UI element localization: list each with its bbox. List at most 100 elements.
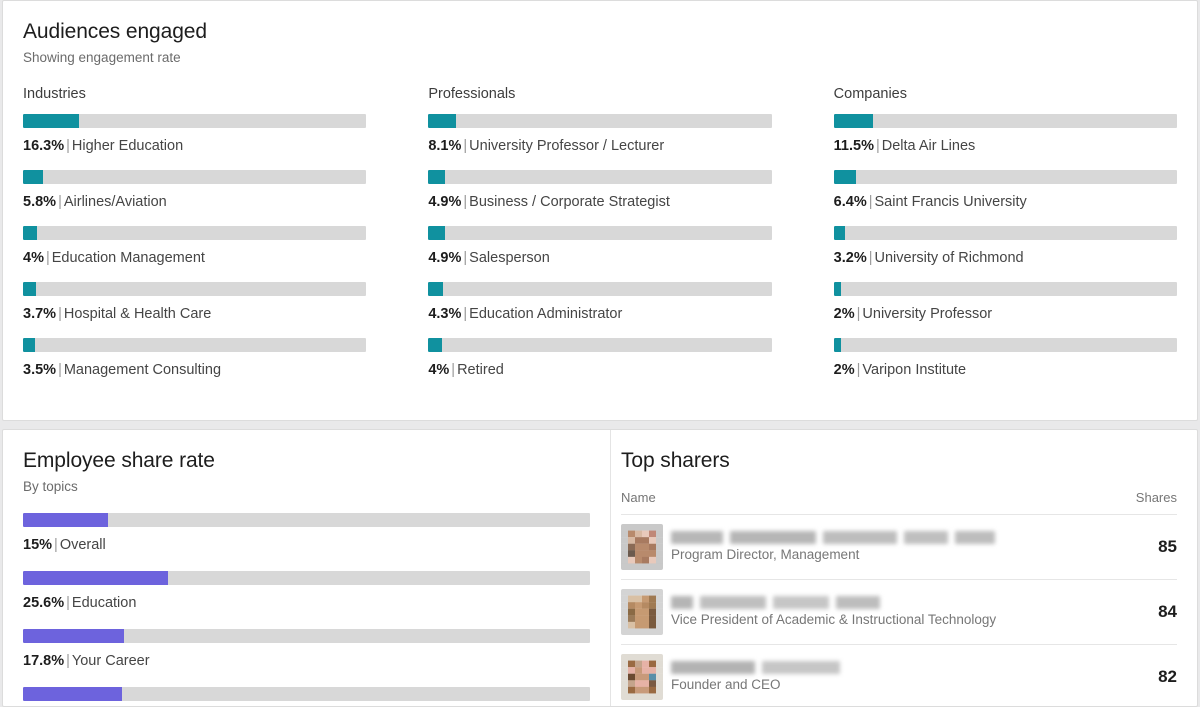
bar-separator: | xyxy=(461,250,469,266)
bar-track xyxy=(23,114,366,128)
bar-item: 4.9% | Business / Corporate Strategist xyxy=(428,170,771,212)
bar-fill xyxy=(428,338,442,352)
bar-value: 4% xyxy=(428,362,449,378)
bar-label: 4% | Retired xyxy=(428,361,771,380)
sharer-info: Vice President of Academic & Instruction… xyxy=(671,596,1146,629)
avatar xyxy=(621,654,663,700)
bar-item: 4.9% | Salesperson xyxy=(428,226,771,268)
bar-track xyxy=(23,338,366,352)
bar-label: 3.5% | Management Consulting xyxy=(23,361,366,380)
bar-fill xyxy=(428,226,445,240)
audiences-engaged-card: Audiences engaged Showing engagement rat… xyxy=(2,0,1198,421)
bar-track xyxy=(23,513,590,527)
bar-item: 25.6% | Education xyxy=(23,571,590,613)
dashboard-page: Audiences engaged Showing engagement rat… xyxy=(0,0,1200,707)
bar-category-label: Education Management xyxy=(52,250,205,266)
column-header-shares: Shares xyxy=(1136,490,1177,505)
audiences-subtitle: Showing engagement rate xyxy=(23,48,1177,68)
bottom-card: Employee share rate By topics 15% | Overal… xyxy=(2,429,1198,707)
bar-item: 3.7% | Hospital & Health Care xyxy=(23,282,366,324)
bar-separator: | xyxy=(867,250,875,266)
bar-item: 4.3% | Education Administrator xyxy=(428,282,771,324)
sharer-info: Program Director, Management xyxy=(671,531,1146,564)
bar-fill xyxy=(23,226,37,240)
bar-label: 15% | Overall xyxy=(23,536,590,555)
bar-value: 6.4% xyxy=(834,194,867,210)
bar-track xyxy=(428,338,771,352)
audience-column-companies: Companies 11.5% | Delta Air Lines 6.4% | Saint… xyxy=(834,84,1177,394)
bar-category-label: University Professor xyxy=(862,306,992,322)
bar-separator: | xyxy=(64,653,72,669)
bar-label: 6.4% | Saint Francis University xyxy=(834,193,1177,212)
bar-label: 5.8% | Airlines/Aviation xyxy=(23,193,366,212)
bar-separator: | xyxy=(44,250,52,266)
sharer-name-redacted xyxy=(671,531,1146,544)
table-row[interactable]: Program Director, Management 85 xyxy=(621,515,1177,580)
audience-column-industries: Industries 16.3% | Higher Education 5.8% | Air… xyxy=(23,84,366,394)
bar-value: 25.6% xyxy=(23,595,64,611)
bar-value: 2% xyxy=(834,306,855,322)
bar-label: 3.2% | University of Richmond xyxy=(834,249,1177,268)
bar-category-label: Saint Francis University xyxy=(875,194,1027,210)
bar-fill xyxy=(834,282,841,296)
top-sharers-panel: Top sharers Name Shares Program Director… xyxy=(611,430,1197,706)
bar-value: 2% xyxy=(834,362,855,378)
column-header-name: Name xyxy=(621,490,656,505)
bar-track xyxy=(23,571,590,585)
bar-label: 2% | Varipon Institute xyxy=(834,361,1177,380)
bar-fill xyxy=(23,170,43,184)
bar-value: 4.9% xyxy=(428,250,461,266)
bar-item: 3.5% | Management Consulting xyxy=(23,338,366,380)
employee-share-subtitle: By topics xyxy=(23,477,590,497)
bar-value: 4.9% xyxy=(428,194,461,210)
bar-separator: | xyxy=(461,194,469,210)
bar-separator: | xyxy=(56,362,64,378)
bar-value: 16.3% xyxy=(23,138,64,154)
bar-track xyxy=(834,226,1177,240)
bar-fill xyxy=(23,571,168,585)
bar-value: 4.3% xyxy=(428,306,461,322)
table-row[interactable]: Founder and CEO 82 xyxy=(621,645,1177,706)
bar-category-label: Business / Corporate Strategist xyxy=(469,194,670,210)
top-sharers-list: Program Director, Management 85 Vice Presi… xyxy=(621,515,1177,706)
bar-label: 11.5% | Delta Air Lines xyxy=(834,137,1177,156)
bar-separator: | xyxy=(52,537,60,553)
bar-category-label: Education xyxy=(72,595,137,611)
bar-fill xyxy=(23,629,124,643)
bar-value: 17.8% xyxy=(23,653,64,669)
bar-label: 4.9% | Business / Corporate Strategist xyxy=(428,193,771,212)
sharer-share-count: 82 xyxy=(1158,667,1177,687)
bar-separator: | xyxy=(64,595,72,611)
bar-label: 2% | University Professor xyxy=(834,305,1177,324)
bar-fill xyxy=(428,114,456,128)
bar-fill xyxy=(834,170,856,184)
audiences-header: Audiences engaged Showing engagement rat… xyxy=(3,1,1197,68)
bar-category-label: University Professor / Lecturer xyxy=(469,138,664,154)
bar-fill xyxy=(23,687,122,701)
bar-item: 3.2% | University of Richmond xyxy=(834,226,1177,268)
bar-item: 8.1% | University Professor / Lecturer xyxy=(428,114,771,156)
bar-label: 4.3% | Education Administrator xyxy=(428,305,771,324)
table-row[interactable]: Vice President of Academic & Instruction… xyxy=(621,580,1177,645)
bar-value: 3.5% xyxy=(23,362,56,378)
bar-fill xyxy=(834,114,873,128)
bar-value: 4% xyxy=(23,250,44,266)
employee-share-bars: 15% | Overall 25.6% | Education 17.8% | Your Car… xyxy=(23,513,590,701)
bar-category-label: Retired xyxy=(457,362,504,378)
bar-track xyxy=(834,338,1177,352)
bar-category-label: Overall xyxy=(60,537,106,553)
bar-fill xyxy=(834,338,841,352)
bar-value: 3.7% xyxy=(23,306,56,322)
bar-value: 5.8% xyxy=(23,194,56,210)
avatar xyxy=(621,524,663,570)
bar-value: 11.5% xyxy=(834,138,874,154)
bar-separator: | xyxy=(461,306,469,322)
bar-item: 2% | University Professor xyxy=(834,282,1177,324)
audience-column-title: Industries xyxy=(23,84,366,104)
bar-track xyxy=(428,114,771,128)
employee-share-title: Employee share rate xyxy=(23,448,590,474)
bar-track xyxy=(23,226,366,240)
bar-item: 16.3% | Higher Education xyxy=(23,114,366,156)
bar-category-label: Education Administrator xyxy=(469,306,622,322)
bar-label: 3.7% | Hospital & Health Care xyxy=(23,305,366,324)
